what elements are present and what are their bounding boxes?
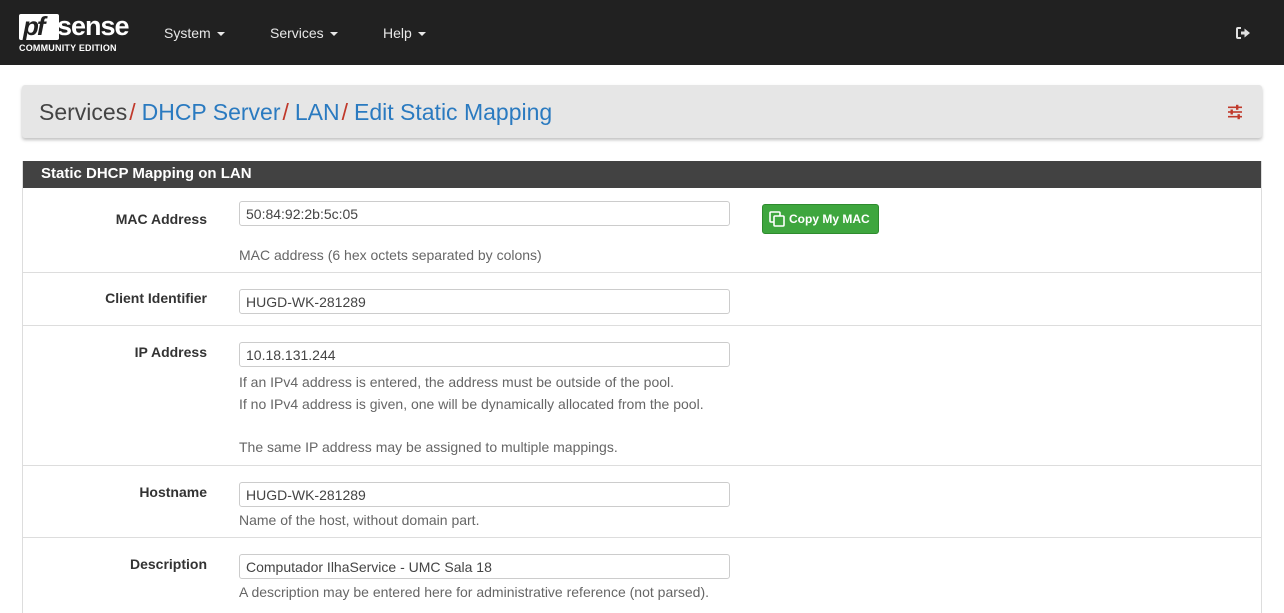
top-navbar: pf sense COMMUNITY EDITION System Servic…: [0, 0, 1284, 65]
menu-system[interactable]: System: [164, 25, 225, 41]
breadcrumb-link-edit-static-mapping[interactable]: Edit Static Mapping: [354, 99, 552, 125]
form-row-ip-address: IP Address If an IPv4 address is entered…: [23, 326, 1261, 466]
hostname-input[interactable]: [239, 482, 730, 507]
form-row-client-identifier: Client Identifier: [23, 273, 1261, 326]
client-identifier-input[interactable]: [239, 289, 730, 314]
caret-down-icon: [329, 32, 338, 37]
logo-sense-text: sense: [57, 11, 130, 41]
caret-down-icon: [216, 32, 225, 37]
breadcrumb-separator: /: [129, 99, 136, 125]
hostname-help: Name of the host, without domain part.: [239, 512, 480, 528]
panel-heading: Static DHCP Mapping on LAN: [23, 161, 1261, 188]
breadcrumb-services: Services: [39, 99, 128, 125]
logo-pf-text: pf: [23, 11, 46, 41]
mac-address-label: MAC Address: [115, 211, 207, 227]
sliders-icon[interactable]: [1227, 104, 1243, 120]
breadcrumb-bar: Services/DHCP Server/LAN/Edit Static Map…: [22, 85, 1262, 138]
description-input[interactable]: [239, 554, 730, 579]
ip-address-help-2: If no IPv4 address is given, one will be…: [239, 396, 704, 412]
form-row-hostname: Hostname Name of the host, without domai…: [23, 466, 1261, 538]
pfsense-logo[interactable]: pf sense COMMUNITY EDITION: [19, 11, 139, 60]
description-label: Description: [129, 556, 207, 572]
form-row-description: Description A description may be entered…: [23, 538, 1261, 613]
ip-address-help-3: The same IP address may be assigned to m…: [239, 439, 618, 455]
menu-help-label: Help: [383, 25, 412, 41]
hostname-label: Hostname: [139, 484, 207, 500]
client-identifier-label: Client Identifier: [105, 290, 207, 306]
breadcrumb-link-lan[interactable]: LAN: [295, 99, 340, 125]
menu-services[interactable]: Services: [270, 25, 338, 41]
copy-my-mac-button[interactable]: Copy My MAC: [762, 204, 879, 234]
ip-address-label: IP Address: [134, 344, 207, 360]
menu-system-label: System: [164, 25, 211, 41]
mac-address-help: MAC address (6 hex octets separated by c…: [239, 247, 542, 263]
menu-help[interactable]: Help: [383, 25, 426, 41]
copy-my-mac-label: Copy My MAC: [789, 212, 870, 226]
description-help: A description may be entered here for ad…: [239, 584, 710, 600]
ip-address-input[interactable]: [239, 342, 730, 367]
logo-edition-text: COMMUNITY EDITION: [19, 43, 117, 53]
clone-icon: [769, 211, 785, 227]
menu-services-label: Services: [270, 25, 324, 41]
mac-address-input[interactable]: [239, 201, 730, 226]
breadcrumb-separator: /: [282, 99, 289, 125]
ip-address-help-1: If an IPv4 address is entered, the addre…: [239, 374, 675, 390]
breadcrumb-link-dhcp-server[interactable]: DHCP Server: [142, 99, 281, 125]
caret-down-icon: [417, 32, 426, 37]
breadcrumb: Services/DHCP Server/LAN/Edit Static Map…: [39, 99, 552, 126]
breadcrumb-separator: /: [341, 99, 349, 125]
static-mapping-panel: Static DHCP Mapping on LAN MAC Address C…: [22, 161, 1262, 613]
form-row-mac-address: MAC Address Copy My MAC MAC address (6 h…: [23, 188, 1261, 273]
sign-out-icon[interactable]: [1236, 27, 1250, 39]
